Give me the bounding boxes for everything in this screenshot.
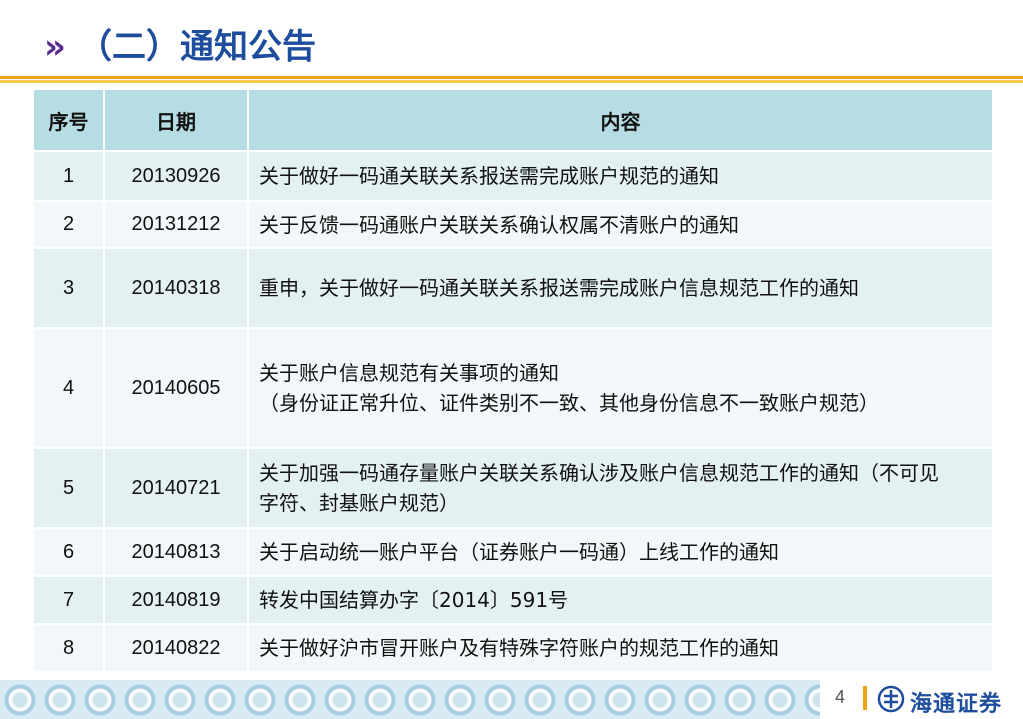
cell-seq: 8 bbox=[32, 623, 105, 673]
cell-content: 重申，关于做好一码通关联关系报送需完成账户信息规范工作的通知 bbox=[247, 247, 994, 329]
table-row: 1 20130926 关于做好一码通关联关系报送需完成账户规范的通知 bbox=[32, 150, 994, 202]
column-header-date: 日期 bbox=[103, 88, 249, 152]
cell-seq: 3 bbox=[32, 247, 105, 329]
cell-date: 20140813 bbox=[103, 527, 249, 577]
cell-date: 20140822 bbox=[103, 623, 249, 673]
content-line: 关于账户信息规范有关事项的通知 bbox=[259, 361, 559, 385]
table-row: 7 20140819 转发中国结算办字〔2014〕591号 bbox=[32, 575, 994, 625]
table-row: 5 20140721 关于加强一码通存量账户关联关系确认涉及账户信息规范工作的通… bbox=[32, 447, 994, 529]
title-divider-yellow bbox=[0, 80, 1023, 83]
company-logo-text: 海通证券 bbox=[910, 691, 1003, 717]
content-line: 转发中国结算办字〔2014〕591号 bbox=[259, 588, 569, 612]
cell-content: 关于反馈一码通账户关联关系确认权属不清账户的通知 bbox=[247, 200, 994, 249]
cell-date: 20130926 bbox=[103, 150, 249, 202]
content-line: （身份证正常升位、证件类别不一致、其他身份信息不一致账户规范） bbox=[259, 391, 879, 415]
table-header-row: 序号 日期 内容 bbox=[32, 88, 994, 152]
cell-content: 关于做好沪市冒开账户及有特殊字符账户的规范工作的通知 bbox=[247, 623, 994, 673]
column-header-seq: 序号 bbox=[32, 88, 105, 152]
content-line: 关于反馈一码通账户关联关系确认权属不清账户的通知 bbox=[259, 212, 739, 237]
table-row: 4 20140605 关于账户信息规范有关事项的通知 （身份证正常升位、证件类别… bbox=[32, 327, 994, 449]
content-line: 重申，关于做好一码通关联关系报送需完成账户信息规范工作的通知 bbox=[259, 276, 859, 300]
cell-seq: 1 bbox=[32, 150, 105, 202]
column-header-content: 内容 bbox=[247, 88, 994, 152]
footer-divider bbox=[863, 686, 867, 710]
cell-date: 20140605 bbox=[103, 327, 249, 449]
table-row: 3 20140318 重申，关于做好一码通关联关系报送需完成账户信息规范工作的通… bbox=[32, 247, 994, 329]
cell-content: 关于加强一码通存量账户关联关系确认涉及账户信息规范工作的通知（不可见 字符、封基… bbox=[247, 447, 994, 529]
content-line: 关于加强一码通存量账户关联关系确认涉及账户信息规范工作的通知（不可见 bbox=[259, 461, 939, 485]
slide-title: （二）通知公告 bbox=[77, 27, 316, 67]
page-number: 4 bbox=[834, 687, 845, 707]
content-line: 关于启动统一账户平台（证券账户一码通）上线工作的通知 bbox=[259, 540, 779, 564]
slide-header: » （二）通知公告 bbox=[44, 22, 316, 72]
cell-seq: 4 bbox=[32, 327, 105, 449]
cell-seq: 7 bbox=[32, 575, 105, 625]
cell-content: 关于做好一码通关联关系报送需完成账户规范的通知 bbox=[247, 150, 994, 202]
cell-seq: 2 bbox=[32, 200, 105, 249]
notice-table: 序号 日期 内容 1 20130926 关于做好一码通关联关系报送需完成账户规范… bbox=[32, 88, 994, 673]
table-row: 2 20131212 关于反馈一码通账户关联关系确认权属不清账户的通知 bbox=[32, 200, 994, 249]
title-divider-orange bbox=[0, 76, 1023, 79]
cell-seq: 6 bbox=[32, 527, 105, 577]
cell-content: 关于账户信息规范有关事项的通知 （身份证正常升位、证件类别不一致、其他身份信息不… bbox=[247, 327, 994, 449]
content-line: 关于做好一码通关联关系报送需完成账户规范的通知 bbox=[259, 164, 719, 188]
cell-content: 转发中国结算办字〔2014〕591号 bbox=[247, 575, 994, 625]
table-row: 8 20140822 关于做好沪市冒开账户及有特殊字符账户的规范工作的通知 bbox=[32, 623, 994, 673]
cell-date: 20140819 bbox=[103, 575, 249, 625]
content-line: 关于做好沪市冒开账户及有特殊字符账户的规范工作的通知 bbox=[259, 636, 779, 660]
content-line: 字符、封基账户规范） bbox=[259, 491, 459, 515]
cell-date: 20140318 bbox=[103, 247, 249, 329]
haitong-logo-icon bbox=[877, 685, 905, 713]
cell-content: 关于启动统一账户平台（证券账户一码通）上线工作的通知 bbox=[247, 527, 994, 577]
cell-date: 20140721 bbox=[103, 447, 249, 529]
table-row: 6 20140813 关于启动统一账户平台（证券账户一码通）上线工作的通知 bbox=[32, 527, 994, 577]
chevron-right-icon: » bbox=[44, 27, 66, 67]
footer-wave-pattern bbox=[0, 680, 820, 719]
cell-seq: 5 bbox=[32, 447, 105, 529]
cell-date: 20131212 bbox=[103, 200, 249, 249]
